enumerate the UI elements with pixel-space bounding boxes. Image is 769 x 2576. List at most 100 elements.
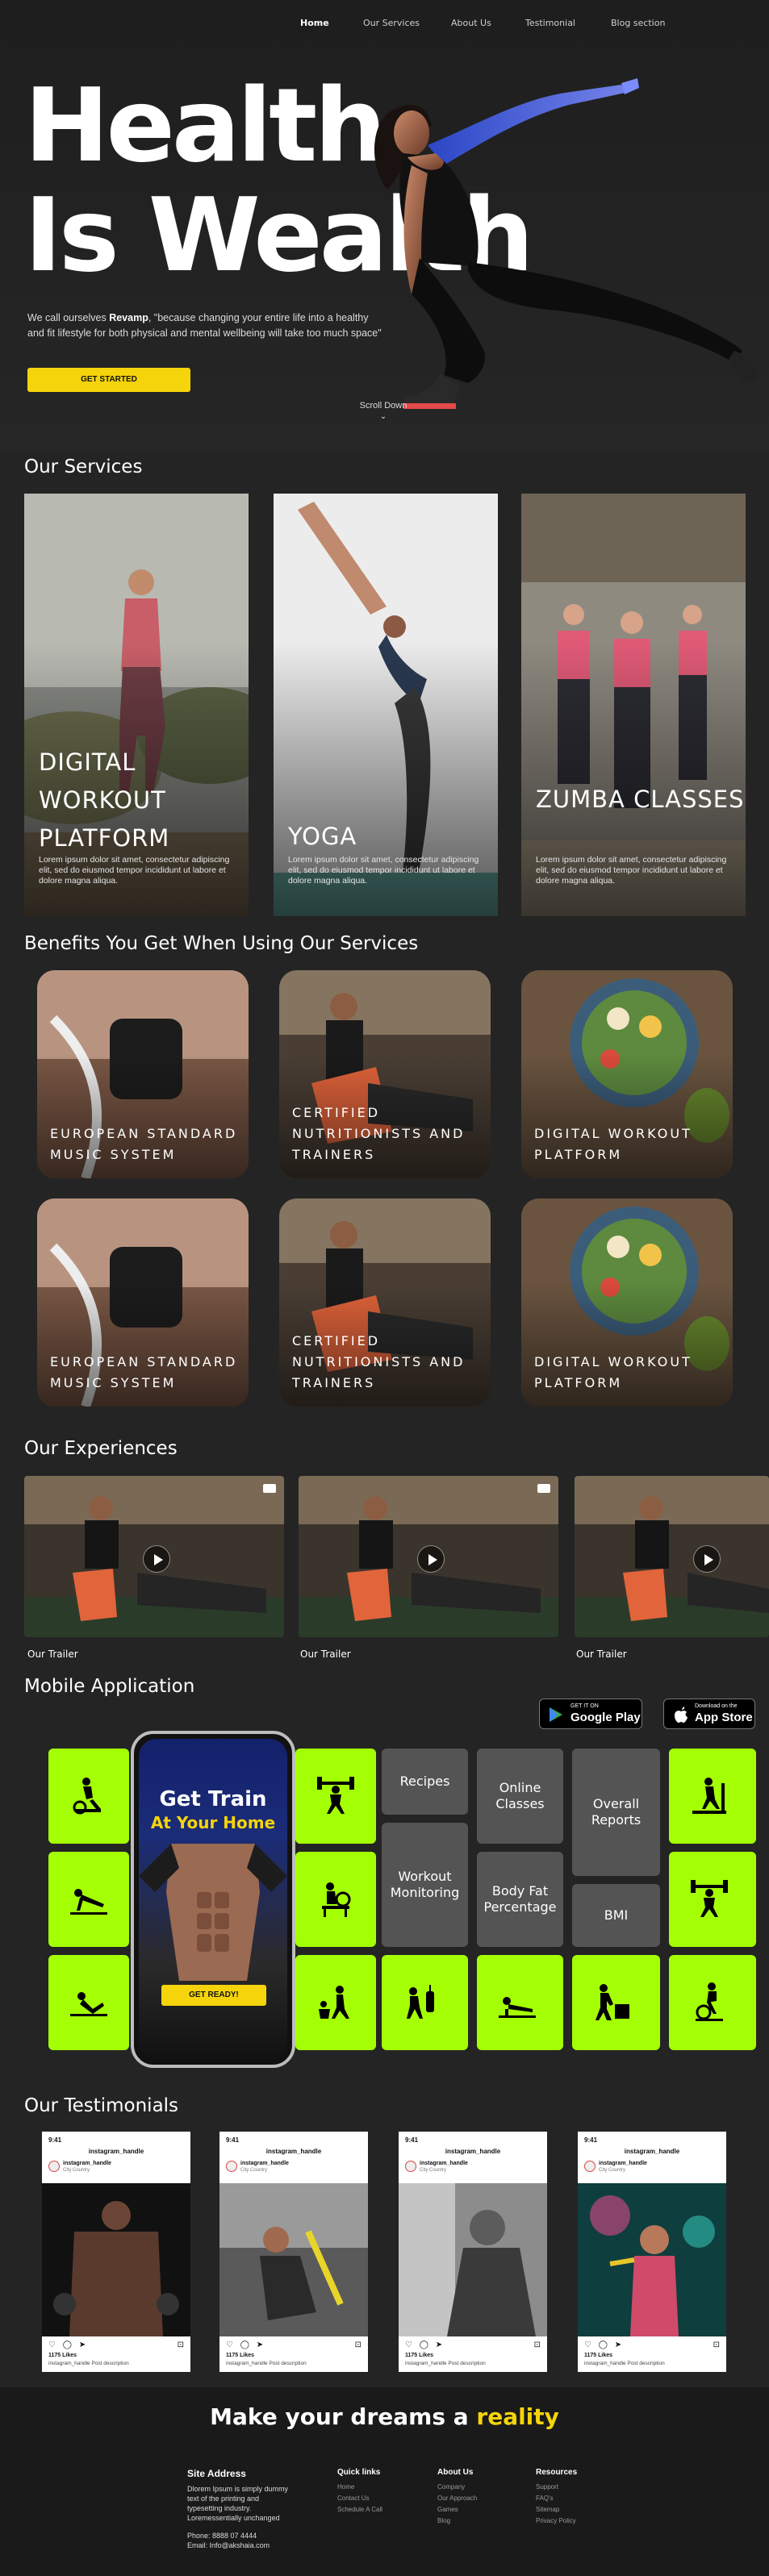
benefit-card-digital[interactable]: DIGITAL WORKOUT PLATFORM: [521, 1198, 733, 1407]
footer-link[interactable]: Our Approach: [437, 2493, 477, 2504]
play-icon[interactable]: [143, 1545, 170, 1573]
service-card-digital-workout[interactable]: DIGITAL WORKOUT PLATFORM Lorem ipsum dol…: [24, 494, 249, 916]
service-card-title: ZUMBA CLASSES: [536, 786, 745, 813]
spin-bike-tile[interactable]: [669, 1955, 756, 2050]
testimonial-post[interactable]: 9:41 instagram_handle instagram_handle C…: [399, 2132, 547, 2372]
bookmark-icon[interactable]: ⊡: [713, 2340, 720, 2349]
exercise-bike-tile[interactable]: [48, 1749, 129, 1844]
video-camera-icon: [537, 1484, 550, 1493]
nav-home[interactable]: Home: [300, 18, 329, 28]
workout-monitoring-tile[interactable]: Workout Monitoring: [382, 1823, 468, 1947]
footer-link[interactable]: Support: [536, 2482, 577, 2493]
google-play-icon: [550, 1707, 562, 1722]
benefit-card-music[interactable]: EUROPEAN STANDARD MUSIC SYSTEM: [37, 970, 249, 1178]
testimonial-post[interactable]: 9:41 instagram_handle instagram_handle C…: [219, 2132, 368, 2372]
benefit-label: EUROPEAN STANDARD MUSIC SYSTEM: [50, 1126, 238, 1162]
post-actions-icons[interactable]: ♡ ◯ ➤: [584, 2340, 624, 2349]
footer: Make your dreams a reality Site Address …: [0, 2387, 769, 2576]
treadmill-icon: [692, 1778, 726, 1814]
phone-mockup: Get Train At Your Home GET READY!: [131, 1731, 295, 2068]
testimonials-title: Our Testimonials: [24, 2095, 179, 2116]
bookmark-icon[interactable]: ⊡: [178, 2340, 184, 2349]
post-actions-icons[interactable]: ♡ ◯ ➤: [226, 2340, 265, 2349]
box-lift-icon: [596, 1984, 629, 2020]
footer-quick-links: Quick links Home Contact Us Schedule A C…: [337, 2468, 382, 2516]
online-classes-tile[interactable]: Online Classes: [477, 1749, 563, 1844]
pushup-tile[interactable]: [48, 1852, 129, 1947]
nav-our-services[interactable]: Our Services: [363, 18, 420, 28]
bmi-tile[interactable]: BMI: [572, 1884, 660, 1947]
nav-testimonial[interactable]: Testimonial: [525, 18, 575, 28]
get-ready-button[interactable]: GET READY!: [161, 1985, 266, 2006]
situp-tile[interactable]: [48, 1955, 129, 2050]
weightlifting-tile[interactable]: [295, 1749, 376, 1844]
footer-link[interactable]: Contact Us: [337, 2493, 382, 2504]
weightlifting-icon: [691, 1880, 728, 1917]
benefit-label: CERTIFIED NUTRITIONISTS AND TRAINERS: [292, 1333, 466, 1390]
weightlifting-tile-2[interactable]: [669, 1852, 756, 1947]
video-label: Our Trailer: [27, 1649, 78, 1660]
testimonial-post[interactable]: 9:41 instagram_handle instagram_handle C…: [42, 2132, 190, 2372]
body-fat-tile[interactable]: Body Fat Percentage: [477, 1852, 563, 1947]
benefit-card-digital[interactable]: DIGITAL WORKOUT PLATFORM: [521, 970, 733, 1178]
exercise-bike-icon: [73, 1778, 101, 1815]
post-actions-icons[interactable]: ♡ ◯ ➤: [405, 2340, 445, 2349]
video-thumbnail: [575, 1476, 769, 1637]
play-icon[interactable]: [693, 1545, 721, 1573]
footer-col-title: Quick links: [337, 2468, 381, 2477]
avatar: [584, 2161, 596, 2172]
footer-link[interactable]: FAQ's: [536, 2493, 577, 2504]
post-likes: 1175 Likes: [405, 2353, 434, 2358]
trainer-stretch-tile[interactable]: [295, 1955, 376, 2050]
punching-bag-tile[interactable]: [382, 1955, 468, 2050]
nav-blog-section[interactable]: Blog section: [611, 18, 665, 28]
post-time: 9:41: [226, 2136, 240, 2144]
footer-link[interactable]: Company: [437, 2482, 477, 2493]
post-city: City Country: [599, 2168, 626, 2173]
service-card-title: YOGA: [288, 823, 357, 850]
pushup-icon: [70, 1889, 107, 1915]
bookmark-icon[interactable]: ⊡: [534, 2340, 541, 2349]
benefit-card-trainers[interactable]: CERTIFIED NUTRITIONISTS AND TRAINERS: [279, 970, 491, 1178]
footer-col-title: Site Address: [187, 2468, 246, 2479]
video-card[interactable]: [575, 1476, 769, 1637]
nav-about-us[interactable]: About Us: [451, 18, 491, 28]
get-started-button[interactable]: GET STARTED: [27, 368, 190, 392]
footer-link[interactable]: Privacy Policy: [536, 2516, 577, 2527]
recipes-tile[interactable]: Recipes: [382, 1749, 468, 1815]
video-card[interactable]: [24, 1476, 284, 1637]
bookmark-icon[interactable]: ⊡: [355, 2340, 362, 2349]
post-user: instagram_handle: [240, 2161, 289, 2166]
treadmill-tile[interactable]: [669, 1749, 756, 1844]
footer-link[interactable]: Blog: [437, 2516, 477, 2527]
app-store-button[interactable]: Download on the App Store: [663, 1699, 755, 1729]
service-card-zumba[interactable]: ZUMBA CLASSES Lorem ipsum dolor sit amet…: [521, 494, 746, 916]
scroll-down-label: Scroll Down: [359, 401, 407, 411]
footer-link[interactable]: Home: [337, 2482, 382, 2493]
benefit-card-music[interactable]: EUROPEAN STANDARD MUSIC SYSTEM: [37, 1198, 249, 1407]
phone-title-1: Get Train: [159, 1787, 267, 1811]
google-play-button[interactable]: GET IT ON Google Play: [539, 1699, 642, 1729]
top-nav: Home Our Services About Us Testimonial B…: [0, 18, 769, 34]
hero-description: We call ourselves Revamp, "because chang…: [27, 311, 382, 341]
scroll-down[interactable]: Scroll Down ⌄: [355, 401, 412, 421]
post-caption: instagram_handle Post description: [584, 2361, 665, 2366]
bench-press-tile[interactable]: [295, 1852, 376, 1947]
post-actions-icons[interactable]: ♡ ◯ ➤: [48, 2340, 88, 2349]
testimonial-post[interactable]: 9:41 instagram_handle instagram_handle C…: [578, 2132, 726, 2372]
benefit-card-trainers[interactable]: CERTIFIED NUTRITIONISTS AND TRAINERS: [279, 1198, 491, 1407]
video-card[interactable]: [299, 1476, 558, 1637]
footer-link[interactable]: Games: [437, 2504, 477, 2516]
footer-link[interactable]: Schedule A Call: [337, 2504, 382, 2516]
footer-link[interactable]: Sitemap: [536, 2504, 577, 2516]
service-card-yoga[interactable]: YOGA Lorem ipsum dolor sit amet, consect…: [274, 494, 498, 916]
bench-press-icon: [322, 1882, 351, 1917]
overall-reports-tile[interactable]: Overall Reports: [572, 1749, 660, 1876]
video-camera-icon: [263, 1484, 276, 1493]
play-icon[interactable]: [417, 1545, 445, 1573]
chevron-down-icon: ⌄: [379, 412, 387, 421]
box-lift-tile[interactable]: [572, 1955, 660, 2050]
post-handle: instagram_handle: [88, 2148, 144, 2155]
plank-tile[interactable]: [477, 1955, 563, 2050]
benefit-label: CERTIFIED NUTRITIONISTS AND TRAINERS: [292, 1105, 466, 1162]
